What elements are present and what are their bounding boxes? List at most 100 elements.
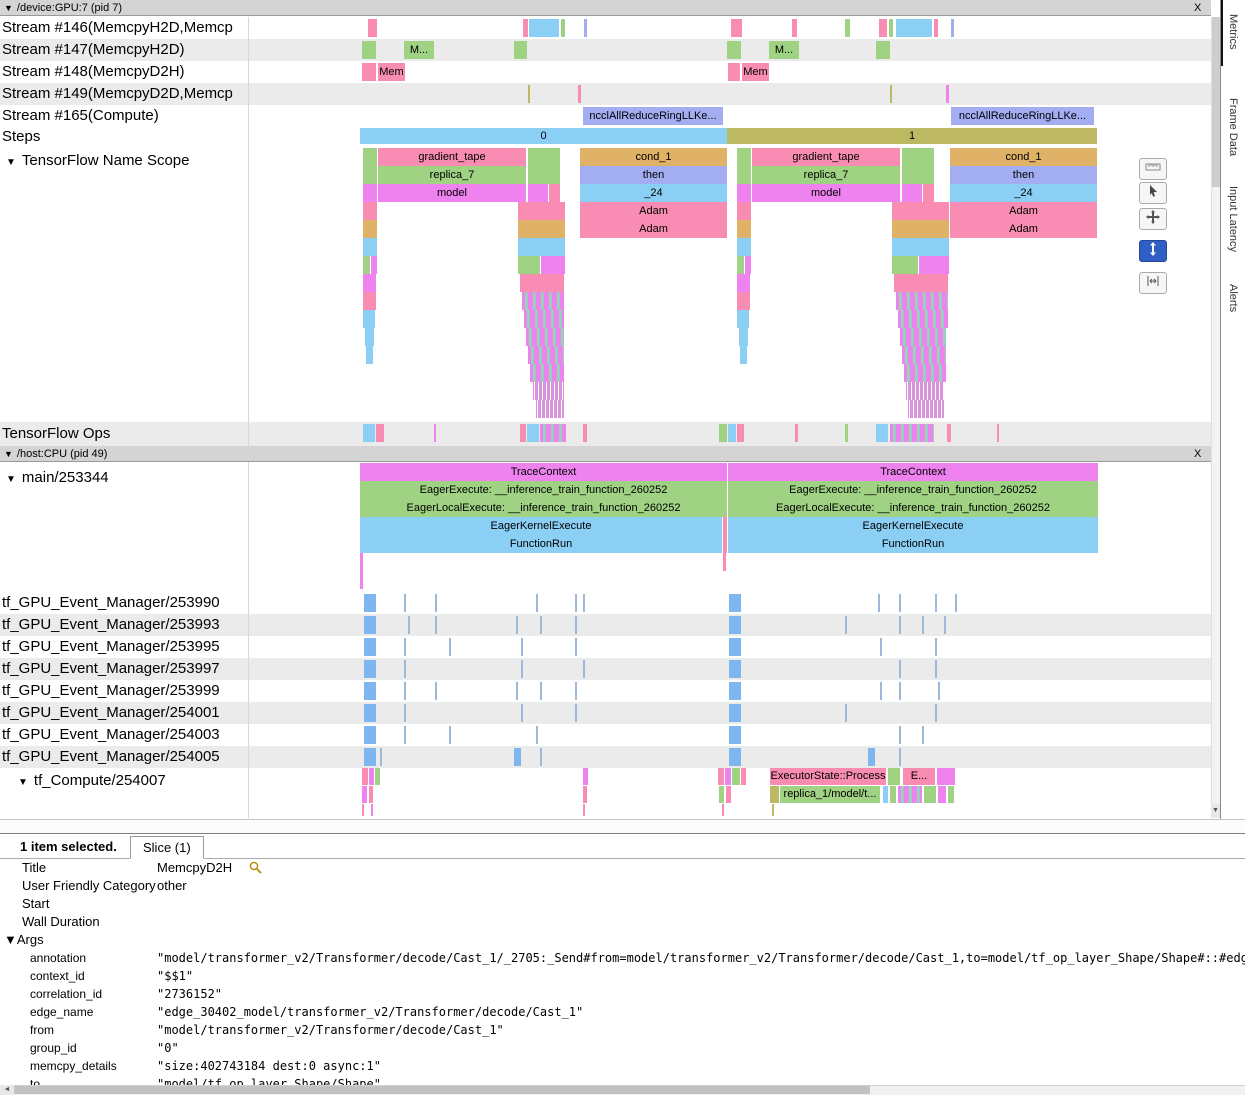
- trace-slice[interactable]: [362, 41, 376, 59]
- trace-slice[interactable]: [518, 256, 540, 274]
- trace-slice[interactable]: [363, 424, 375, 442]
- gpu-close-button[interactable]: X: [1194, 0, 1201, 16]
- trace-slice[interactable]: [371, 804, 373, 816]
- trace-slice[interactable]: [369, 768, 374, 785]
- select-tool-button[interactable]: [1139, 182, 1167, 204]
- trace-slice[interactable]: [880, 682, 882, 700]
- slice-adam[interactable]: Adam: [580, 202, 727, 220]
- trace-slice[interactable]: [737, 184, 751, 202]
- trace-slice[interactable]: [772, 804, 774, 816]
- trace-slice[interactable]: [583, 594, 585, 612]
- slice-e[interactable]: E...: [903, 768, 935, 785]
- trace-slice[interactable]: [363, 202, 377, 220]
- trace-slice[interactable]: [520, 274, 564, 292]
- trace-slice[interactable]: [536, 726, 538, 744]
- horizontal-scrollbar-thumb[interactable]: [14, 1086, 870, 1094]
- trace-slice[interactable]: [868, 748, 875, 766]
- trace-slice[interactable]: [896, 19, 932, 37]
- trace-slice[interactable]: [723, 553, 726, 571]
- cpu-close-button[interactable]: X: [1194, 446, 1201, 462]
- trace-slice[interactable]: [723, 535, 727, 553]
- pan-tool-button[interactable]: [1139, 208, 1167, 230]
- trace-slice[interactable]: [449, 726, 451, 744]
- trace-slice[interactable]: [892, 220, 949, 238]
- trace-slice[interactable]: [435, 682, 437, 700]
- slice-replica-7[interactable]: replica_7: [378, 166, 526, 184]
- trace-slice[interactable]: [363, 220, 377, 238]
- trace-slice[interactable]: [364, 638, 376, 656]
- trace-slice[interactable]: [526, 328, 564, 346]
- trace-slice[interactable]: [404, 726, 406, 744]
- trace-slice[interactable]: [737, 202, 751, 220]
- slice-eagerlocalexecute-inference-train-function-260252[interactable]: EagerLocalExecute: __inference_train_fun…: [728, 499, 1098, 517]
- slice-replica-1-model-t[interactable]: replica_1/model/t...: [780, 786, 880, 803]
- trace-slice[interactable]: [845, 424, 848, 442]
- trace-slice[interactable]: [729, 748, 741, 766]
- trace-slice[interactable]: [792, 19, 797, 37]
- trace-slice[interactable]: [521, 704, 523, 722]
- trace-slice[interactable]: [375, 768, 380, 785]
- trace-slice[interactable]: [363, 184, 377, 202]
- trace-slice[interactable]: [527, 424, 539, 442]
- trace-slice[interactable]: [737, 238, 751, 256]
- tab-alerts[interactable]: Alerts: [1227, 284, 1239, 312]
- trace-slice[interactable]: [725, 768, 731, 785]
- slice-replica-7[interactable]: replica_7: [752, 166, 900, 184]
- trace-slice[interactable]: [997, 424, 999, 442]
- trace-slice[interactable]: [530, 364, 564, 382]
- trace-slice[interactable]: [575, 682, 577, 700]
- trace-slice[interactable]: [878, 594, 880, 612]
- trace-slice[interactable]: [364, 660, 376, 678]
- trace-slice[interactable]: [722, 804, 724, 816]
- trace-slice[interactable]: [898, 310, 948, 328]
- slice-model[interactable]: model: [752, 184, 900, 202]
- collapse-arrow-icon[interactable]: ▼: [6, 157, 16, 168]
- trace-slice[interactable]: [719, 424, 727, 442]
- trace-slice[interactable]: [728, 63, 740, 81]
- trace-slice[interactable]: [740, 346, 747, 364]
- trace-slice[interactable]: [876, 41, 890, 59]
- trace-slice[interactable]: [578, 85, 581, 103]
- trace-slice[interactable]: [583, 424, 587, 442]
- trace-slice[interactable]: [362, 804, 364, 816]
- trace-slice[interactable]: [737, 220, 751, 238]
- trace-slice[interactable]: [575, 638, 577, 656]
- trace-slice[interactable]: [540, 748, 542, 766]
- trace-slice[interactable]: [745, 256, 751, 274]
- slice-model[interactable]: model: [378, 184, 526, 202]
- trace-slice[interactable]: [362, 63, 376, 81]
- trace-slice[interactable]: [898, 786, 922, 803]
- trace-slice[interactable]: [404, 704, 406, 722]
- trace-slice[interactable]: [363, 166, 377, 184]
- slice-functionrun[interactable]: FunctionRun: [360, 535, 722, 553]
- trace-slice[interactable]: [741, 768, 746, 785]
- trace-slice[interactable]: [729, 638, 741, 656]
- trace-slice[interactable]: [890, 85, 892, 103]
- trace-slice[interactable]: [540, 682, 542, 700]
- slice-gradient-tape[interactable]: gradient_tape: [378, 148, 526, 166]
- trace-slice[interactable]: [739, 328, 748, 346]
- trace-slice[interactable]: [364, 726, 376, 744]
- trace-slice[interactable]: [521, 660, 523, 678]
- trace-slice[interactable]: [364, 748, 376, 766]
- trace-slice[interactable]: [729, 704, 741, 722]
- trace-slice[interactable]: [845, 19, 850, 37]
- trace-slice[interactable]: [906, 382, 944, 400]
- trace-slice[interactable]: [434, 424, 436, 442]
- trace-slice[interactable]: [376, 424, 384, 442]
- zoom-tool-button[interactable]: [1139, 240, 1167, 262]
- trace-slice[interactable]: [896, 292, 948, 310]
- slice-0[interactable]: 0: [360, 128, 727, 144]
- trace-slice[interactable]: [737, 166, 751, 184]
- trace-slice[interactable]: [795, 424, 798, 442]
- track-label-tf-name-scope[interactable]: ▼TensorFlow Name Scope: [6, 152, 189, 169]
- slice-eagerkernelexecute[interactable]: EagerKernelExecute: [360, 517, 722, 535]
- slice-eagerexecute-inference-train-function-260252[interactable]: EagerExecute: __inference_train_function…: [360, 481, 727, 499]
- trace-slice[interactable]: [528, 184, 548, 202]
- trace-slice[interactable]: [363, 148, 377, 166]
- trace-slice[interactable]: [719, 786, 724, 803]
- trace-slice[interactable]: [737, 274, 750, 292]
- trace-slice[interactable]: [890, 424, 934, 442]
- trace-slice[interactable]: [948, 786, 954, 803]
- trace-slice[interactable]: [919, 256, 949, 274]
